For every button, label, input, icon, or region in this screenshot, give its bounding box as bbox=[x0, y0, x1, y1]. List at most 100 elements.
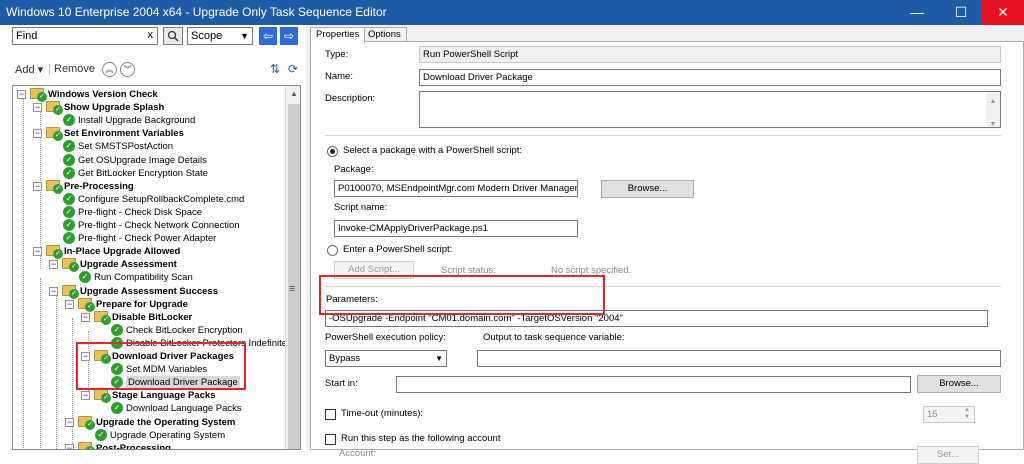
tab-options[interactable]: Options bbox=[362, 27, 407, 42]
search-button[interactable] bbox=[163, 27, 183, 45]
tree-group[interactable]: − ✓Post-Processing bbox=[13, 441, 283, 449]
tree-group[interactable]: − ✓ Stage Language Packs bbox=[13, 389, 283, 404]
tree-group[interactable]: − ✓ Upgrade Assessment Success bbox=[13, 284, 283, 299]
scroll-up-arrow[interactable]: ▲ bbox=[286, 86, 300, 102]
collapse-toggle-icon[interactable]: − bbox=[65, 443, 74, 449]
tree-group[interactable]: − ✓ Show Upgrade Splash bbox=[13, 101, 283, 116]
tree-step[interactable]: ✓ Run Compatibility Scan bbox=[13, 271, 283, 284]
tree-item-label: Prepare for Upgrade bbox=[96, 298, 188, 310]
move-down-button[interactable]: ︾ bbox=[120, 62, 135, 77]
description-field[interactable]: ▲ ▼ bbox=[419, 91, 1001, 128]
check-icon: ✓ bbox=[63, 166, 75, 179]
tab-properties[interactable]: Properties bbox=[310, 27, 366, 43]
toolbar-divider: | bbox=[48, 63, 51, 75]
radio-enter-script[interactable] bbox=[327, 245, 338, 256]
start-in-field[interactable] bbox=[396, 376, 911, 393]
tree-group[interactable]: − ✓ In-Place Upgrade Allowed bbox=[13, 245, 283, 260]
check-icon: ✓ bbox=[79, 271, 91, 284]
sort-icon: ⇅ bbox=[269, 62, 281, 76]
chevron-down-icon: ▼ bbox=[435, 354, 443, 363]
collapse-toggle-icon[interactable]: − bbox=[81, 391, 90, 401]
check-icon: ✓ bbox=[63, 232, 75, 245]
separator bbox=[325, 135, 1001, 136]
tree-step[interactable]: ✓ Upgrade Operating System bbox=[13, 428, 283, 442]
splitter-grip-icon[interactable]: ≡ bbox=[289, 283, 295, 295]
scroll-thumb[interactable] bbox=[288, 104, 300, 449]
name-label: Name: bbox=[325, 71, 353, 82]
collapse-toggle-icon[interactable]: − bbox=[17, 90, 26, 99]
browse-package-button[interactable]: Browse... bbox=[601, 180, 694, 198]
task-sequence-tree[interactable]: − ✓ Windows Version Check − ✓ Show Upgrade Sp… bbox=[12, 85, 301, 450]
timeout-spinner[interactable]: 15 ▲ ▼ bbox=[923, 406, 975, 423]
tree-step[interactable]: ✓ Pre-flight - Check Disk Space bbox=[13, 205, 283, 219]
browse-start-in-button[interactable]: Browse... bbox=[917, 375, 1001, 393]
tree-scrollbar[interactable]: ▲ bbox=[285, 86, 300, 449]
collapse-toggle-icon[interactable]: − bbox=[65, 299, 74, 309]
tree-group[interactable]: − ✓ Upgrade the Operating System bbox=[13, 415, 283, 430]
refresh-icon: ⟳ bbox=[287, 62, 299, 76]
collapse-toggle-icon[interactable]: − bbox=[49, 286, 58, 296]
find-next-button[interactable]: ⇨ bbox=[280, 27, 298, 45]
execution-policy-value: Bypass bbox=[329, 353, 361, 364]
execution-policy-select[interactable]: Bypass ▼ bbox=[325, 350, 447, 367]
folder-icon: ✓ bbox=[78, 441, 95, 449]
window-title: Windows 10 Enterprise 2004 x64 - Upgrade… bbox=[6, 5, 387, 19]
clear-search-button[interactable]: x bbox=[148, 29, 154, 41]
radio-select-package[interactable] bbox=[327, 146, 338, 157]
tree-step[interactable]: ✓ Download Language Packs bbox=[13, 402, 283, 415]
output-variable-field[interactable] bbox=[477, 350, 1001, 367]
collapse-toggle-icon[interactable]: − bbox=[33, 181, 42, 191]
arrow-right-icon: ⇨ bbox=[283, 29, 295, 43]
collapse-toggle-icon[interactable]: − bbox=[81, 312, 90, 322]
scroll-down-arrow[interactable]: ▼ bbox=[986, 117, 1000, 127]
tree-step[interactable]: ✓ Install Upgrade Background bbox=[13, 114, 283, 127]
tree-step[interactable]: ✓ Check BitLocker Encryption bbox=[13, 323, 283, 337]
timeout-checkbox[interactable] bbox=[325, 409, 336, 420]
name-field[interactable]: Download Driver Package bbox=[419, 69, 1001, 86]
tree-group[interactable]: − ✓ Pre-Processing bbox=[13, 179, 283, 194]
start-in-label: Start in: bbox=[325, 378, 358, 389]
tree-step[interactable]: ✓ Configure SetupRollbackComplete.cmd bbox=[13, 192, 283, 206]
tree-group[interactable]: − ✓ Upgrade Assessment bbox=[13, 258, 283, 273]
tree-step[interactable]: ✓ Get BitLocker Encryption State bbox=[13, 166, 283, 180]
tree-step[interactable]: ✓ Pre-flight - Check Power Adapter bbox=[13, 232, 283, 245]
tree-group[interactable]: − ✓ Set Environment Variables bbox=[13, 127, 283, 142]
tree-item-label: Set SMSTSPostAction bbox=[78, 141, 174, 153]
tree-group[interactable]: − ✓ Disable BitLocker bbox=[13, 310, 283, 325]
collapse-toggle-icon[interactable]: − bbox=[65, 417, 74, 427]
set-account-button[interactable]: Set... bbox=[917, 446, 979, 464]
tree-group[interactable]: − ✓ Windows Version Check bbox=[13, 88, 283, 102]
collapse-toggle-icon[interactable]: − bbox=[33, 247, 42, 257]
scroll-up-arrow[interactable]: ▲ bbox=[986, 94, 1000, 109]
folder-icon: ✓ bbox=[46, 179, 63, 194]
output-variable-label: Output to task sequence variable: bbox=[483, 332, 625, 343]
tree-step[interactable]: ✓ Pre-flight - Check Network Connection bbox=[13, 219, 283, 232]
check-icon: ✓ bbox=[111, 323, 123, 336]
sort-button[interactable]: ⇅ bbox=[267, 62, 283, 78]
collapse-toggle-icon[interactable]: − bbox=[49, 260, 58, 270]
tree-group[interactable]: − ✓ Prepare for Upgrade bbox=[13, 297, 283, 312]
description-scrollbar[interactable]: ▲ ▼ bbox=[986, 92, 1000, 127]
run-as-checkbox[interactable] bbox=[325, 434, 336, 445]
move-up-button[interactable]: ︽ bbox=[102, 62, 117, 77]
tree-step[interactable]: ✓ Get OSUpgrade Image Details bbox=[13, 153, 283, 167]
close-button[interactable]: ✕ bbox=[982, 0, 1024, 25]
tree-item-label: Set Environment Variables bbox=[64, 128, 184, 140]
find-previous-button[interactable]: ⇦ bbox=[259, 27, 277, 45]
maximize-button[interactable]: ☐ bbox=[940, 0, 982, 25]
refresh-button[interactable]: ⟳ bbox=[285, 62, 301, 78]
collapse-toggle-icon[interactable]: − bbox=[33, 103, 42, 113]
add-menu-button[interactable]: Add ▾ bbox=[15, 63, 43, 76]
check-icon: ✓ bbox=[63, 205, 75, 218]
script-name-field[interactable]: Invoke-CMApplyDriverPackage.ps1 bbox=[334, 220, 578, 237]
radio-enter-script-label: Enter a PowerShell script: bbox=[343, 244, 453, 255]
check-icon: ✓ bbox=[63, 192, 75, 205]
scope-select[interactable]: Scope ▼ bbox=[187, 27, 253, 45]
minimize-button[interactable]: — bbox=[896, 0, 938, 25]
remove-button[interactable]: Remove bbox=[54, 63, 95, 75]
tree-step[interactable]: ✓ Set SMSTSPostAction bbox=[13, 140, 283, 153]
search-input[interactable] bbox=[13, 28, 141, 44]
tree-item-label: Get OSUpgrade Image Details bbox=[78, 154, 207, 166]
collapse-toggle-icon[interactable]: − bbox=[33, 129, 42, 139]
check-icon: ✓ bbox=[85, 445, 95, 449]
